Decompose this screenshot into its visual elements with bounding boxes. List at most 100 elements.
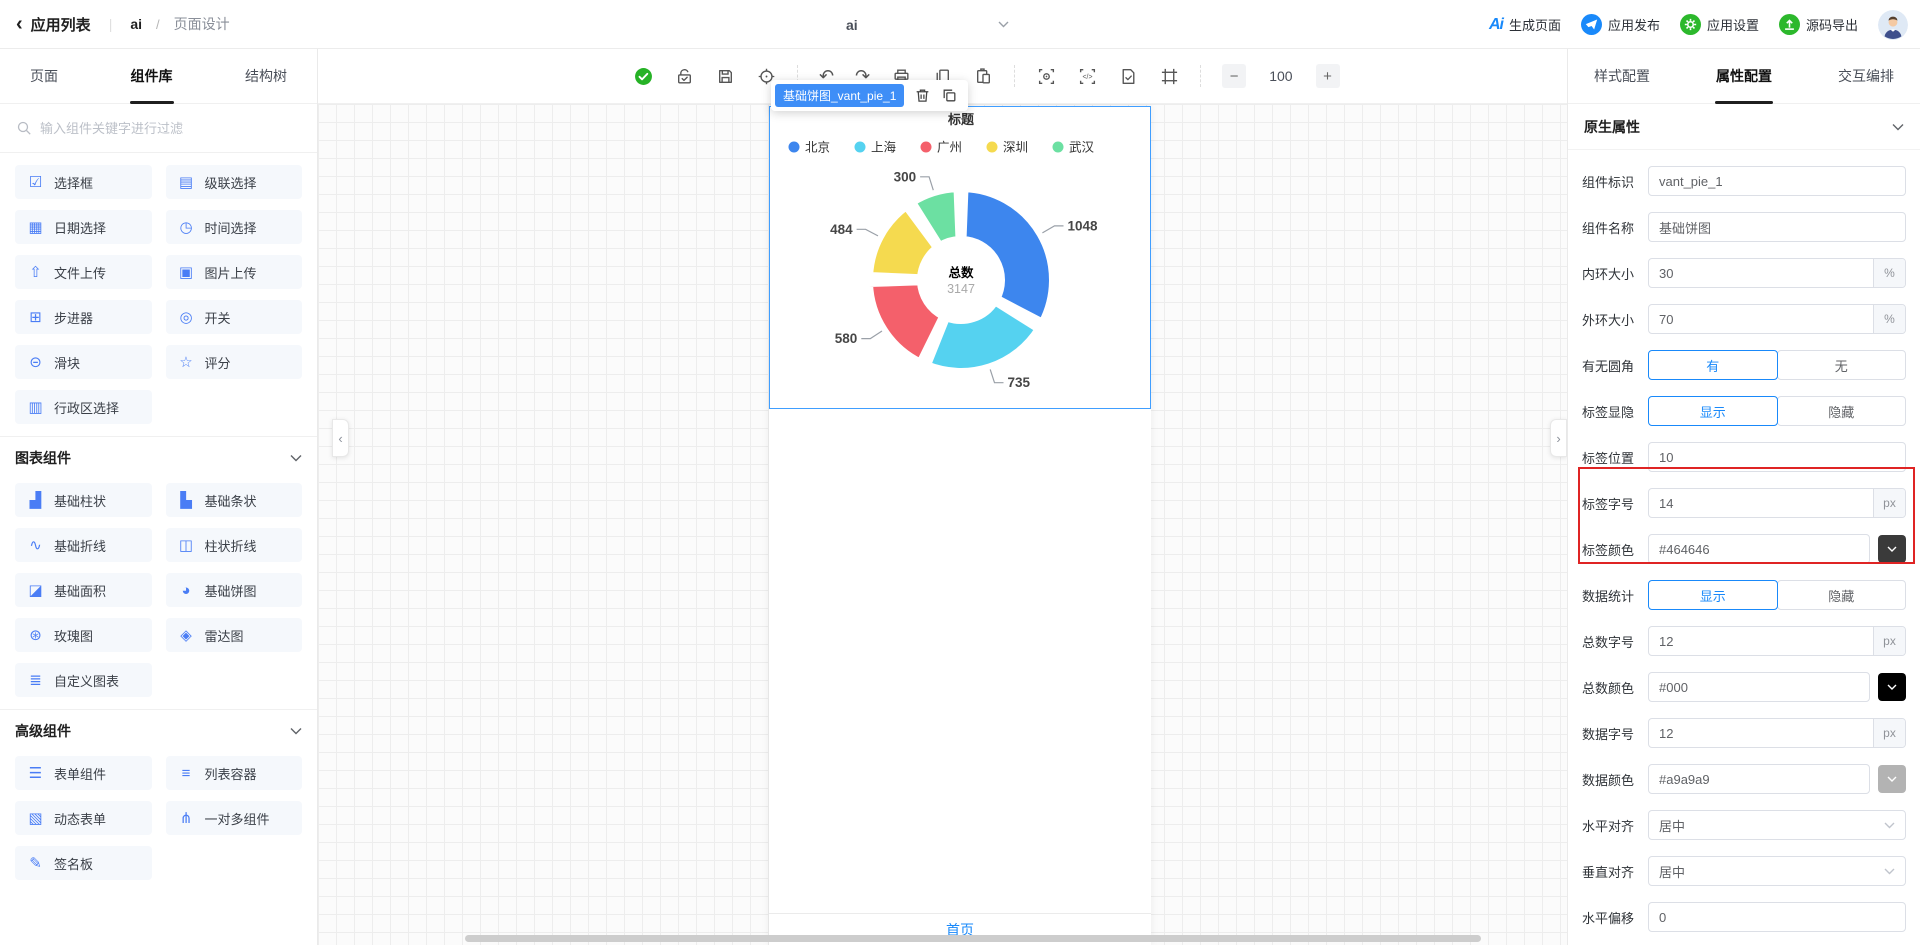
doc-check-icon[interactable] <box>1118 66 1138 86</box>
legend-label[interactable]: 武汉 <box>1069 141 1095 155</box>
component-id-input[interactable] <box>1649 174 1905 189</box>
component-评分[interactable]: ☆评分 <box>166 345 303 379</box>
frame-icon[interactable] <box>1159 66 1179 86</box>
component-时间选择[interactable]: ◷时间选择 <box>166 210 303 244</box>
rounded-corner-option-无[interactable]: 无 <box>1777 350 1907 380</box>
panel-tab-样式配置[interactable]: 样式配置 <box>1594 49 1650 104</box>
pie-slice-北京[interactable] <box>963 188 1053 323</box>
label-visibility-option-显示[interactable]: 显示 <box>1648 396 1778 426</box>
horizontal-scrollbar[interactable] <box>465 935 1481 942</box>
component-签名板[interactable]: ✎签名板 <box>15 846 152 880</box>
component-动态表单[interactable]: ▧动态表单 <box>15 801 152 835</box>
search-input[interactable] <box>40 121 301 136</box>
component-级联选择[interactable]: ▤级联选择 <box>166 165 303 199</box>
collapse-left-panel-handle[interactable]: ‹ <box>332 419 349 457</box>
component-日期选择[interactable]: ▦日期选择 <box>15 210 152 244</box>
panel-tab-交互编排[interactable]: 交互编排 <box>1838 49 1894 104</box>
total-font-size-input[interactable] <box>1649 634 1873 649</box>
component-表单组件[interactable]: ☰表单组件 <box>15 756 152 790</box>
zoom-out-button[interactable]: − <box>1222 64 1246 88</box>
component-开关[interactable]: ◎开关 <box>166 300 303 334</box>
label-font-size-input[interactable] <box>1649 496 1873 511</box>
component-柱状折线[interactable]: ◫柱状折线 <box>166 528 303 562</box>
check-circle-icon[interactable] <box>633 66 653 86</box>
component-一对多组件[interactable]: ⋔一对多组件 <box>166 801 303 835</box>
outer-ring-size-input[interactable] <box>1649 312 1873 327</box>
field-label: 标签字号 <box>1582 494 1648 513</box>
component-基础面积[interactable]: ◪基础面积 <box>15 573 152 607</box>
component-步进器[interactable]: ⊞步进器 <box>15 300 152 334</box>
phone-page[interactable]: 标题 北京上海广州深圳武汉1048735580484300 总数 3147 首页 <box>769 106 1151 945</box>
custom-chart-icon: ≣ <box>27 671 44 689</box>
component-基础柱状[interactable]: ▟基础柱状 <box>15 483 152 517</box>
total-color-input[interactable] <box>1649 680 1869 695</box>
field-data-font-size: 数据字号px <box>1582 710 1906 756</box>
app-publish-button[interactable]: 应用发布 <box>1581 14 1660 35</box>
inner-ring-size-input[interactable] <box>1649 266 1873 281</box>
collapse-right-panel-handle[interactable]: › <box>1550 419 1567 457</box>
data-color-swatch-button[interactable] <box>1878 765 1906 793</box>
copy-component-icon[interactable] <box>941 87 958 104</box>
component-图片上传[interactable]: ▣图片上传 <box>166 255 303 289</box>
label-color-swatch-button[interactable] <box>1878 535 1906 563</box>
canvas-grid[interactable]: 标题 北京上海广州深圳武汉1048735580484300 总数 3147 首页 <box>318 104 1567 945</box>
component-name-input[interactable] <box>1649 220 1905 235</box>
sidebar-tab-结构树[interactable]: 结构树 <box>245 49 287 104</box>
native-props-section[interactable]: 原生属性 <box>1568 104 1920 150</box>
delete-component-icon[interactable] <box>914 87 931 104</box>
field-inner-ring-size: 内环大小% <box>1582 250 1906 296</box>
component-基础折线[interactable]: ∿基础折线 <box>15 528 152 562</box>
component-基础条状[interactable]: ▙基础条状 <box>166 483 303 517</box>
horizontal-offset-input[interactable] <box>1649 910 1905 925</box>
zoom-in-button[interactable]: + <box>1316 64 1340 88</box>
component-行政区选择[interactable]: ▥行政区选择 <box>15 390 152 424</box>
component-自定义图表[interactable]: ≣自定义图表 <box>15 663 152 697</box>
back-icon[interactable]: ‹ <box>16 14 23 34</box>
label-position-input[interactable] <box>1649 450 1905 465</box>
data-font-size-input[interactable] <box>1649 726 1873 741</box>
group-header[interactable]: 高级组件 <box>15 710 302 752</box>
component-文件上传[interactable]: ⇧文件上传 <box>15 255 152 289</box>
app-settings-button[interactable]: 应用设置 <box>1680 14 1759 35</box>
panel-tab-属性配置[interactable]: 属性配置 <box>1716 49 1772 104</box>
component-列表容器[interactable]: ≡列表容器 <box>166 756 303 790</box>
field-label: 标签颜色 <box>1582 540 1648 559</box>
radar-chart-icon: ◈ <box>178 626 195 644</box>
component-滑块[interactable]: ⊝滑块 <box>15 345 152 379</box>
data-statistics-option-隐藏[interactable]: 隐藏 <box>1777 580 1907 610</box>
data-statistics-option-显示[interactable]: 显示 <box>1648 580 1778 610</box>
group-header[interactable]: 图表组件 <box>15 437 302 479</box>
paste-icon[interactable] <box>973 66 993 86</box>
breadcrumb-app[interactable]: ai <box>130 16 142 32</box>
total-color-swatch-button[interactable] <box>1878 673 1906 701</box>
generate-page-button[interactable]: Ai生成页面 <box>1489 15 1561 34</box>
horizontal-align-select[interactable]: 居中 <box>1648 810 1906 840</box>
legend-label[interactable]: 上海 <box>871 140 897 155</box>
page-select[interactable]: ai <box>846 0 1009 49</box>
user-avatar[interactable] <box>1878 10 1908 40</box>
legend-label[interactable]: 广州 <box>937 141 962 155</box>
back-app-list[interactable]: 应用列表 <box>31 14 91 35</box>
code-export-button[interactable]: 源码导出 <box>1779 14 1858 35</box>
data-color-input[interactable] <box>1649 772 1869 787</box>
vertical-align-select[interactable]: 居中 <box>1648 856 1906 886</box>
sidebar-tab-页面[interactable]: 页面 <box>30 49 58 104</box>
save-icon[interactable] <box>715 66 735 86</box>
component-选择框[interactable]: ☑选择框 <box>15 165 152 199</box>
lock-check-icon[interactable] <box>674 66 694 86</box>
code-scan-icon[interactable]: </> <box>1077 66 1097 86</box>
component-基础饼图[interactable]: ◕基础饼图 <box>166 573 303 607</box>
field-rounded-corner: 有无圆角有无 <box>1582 342 1906 388</box>
component-玫瑰图[interactable]: ⊛玫瑰图 <box>15 618 152 652</box>
sidebar-tab-组件库[interactable]: 组件库 <box>131 49 173 104</box>
legend-label[interactable]: 深圳 <box>1003 141 1028 155</box>
component-雷达图[interactable]: ◈雷达图 <box>166 618 303 652</box>
label-color-input[interactable] <box>1649 542 1869 557</box>
pie-chart-component[interactable]: 标题 北京上海广州深圳武汉1048735580484300 总数 3147 <box>769 106 1151 409</box>
legend-label[interactable]: 北京 <box>805 141 830 155</box>
rounded-corner-option-有[interactable]: 有 <box>1648 350 1778 380</box>
field-label-visibility: 标签显隐显示隐藏 <box>1582 388 1906 434</box>
label-visibility-option-隐藏[interactable]: 隐藏 <box>1777 396 1907 426</box>
component-label: 日期选择 <box>54 218 106 237</box>
eye-scan-icon[interactable] <box>1036 66 1056 86</box>
